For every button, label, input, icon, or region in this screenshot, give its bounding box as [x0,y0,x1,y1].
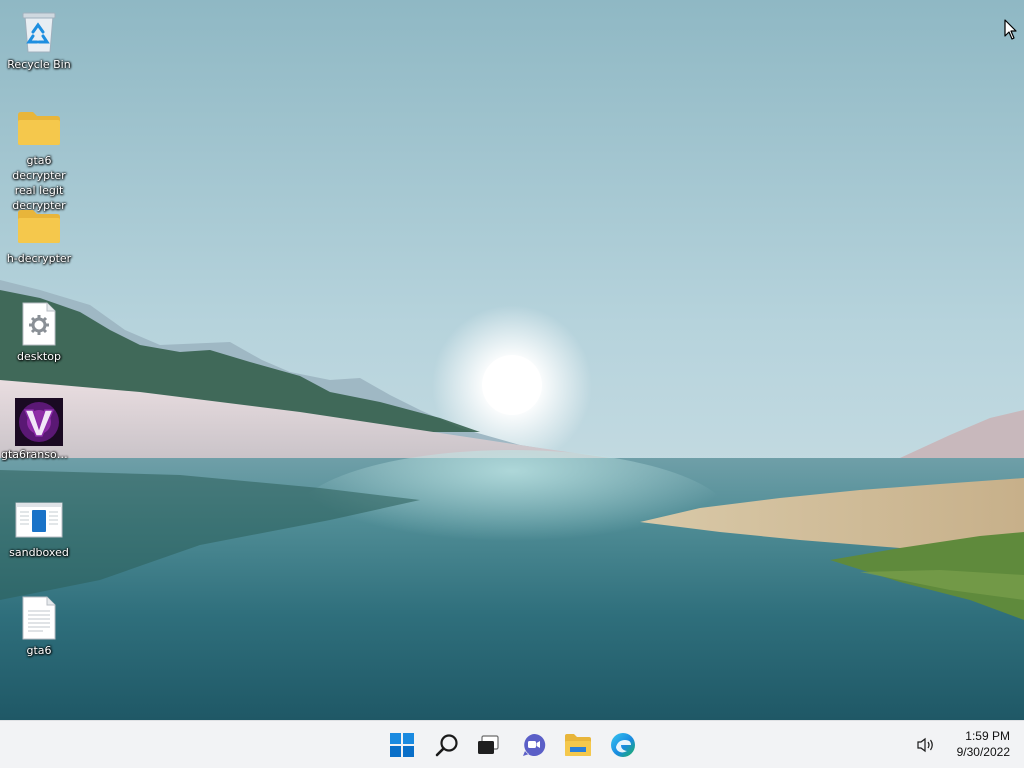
search-icon [435,734,458,757]
clock[interactable]: 1:59 PM 9/30/2022 [944,728,1010,760]
folder-h-decrypter-label: h-decrypter [6,252,72,265]
gta6ransom-shortcut[interactable]: gta6ransom... [0,398,78,462]
mouse-cursor-icon [1004,19,1017,40]
recycle-bin-icon [15,8,63,56]
sandboxed-label: sandboxed [9,546,69,559]
edge-button[interactable] [603,725,643,765]
recycle-bin-label: Recycle Bin [7,58,71,71]
gta6-text-label: gta6 [26,644,52,657]
desktop-file-shortcut[interactable]: desktop [0,300,78,364]
volume-button[interactable] [914,733,938,757]
folder-icon [565,734,591,756]
settings-file-icon [15,300,63,348]
recycle-bin-shortcut[interactable]: Recycle Bin [0,8,78,72]
start-button[interactable] [382,725,422,765]
edge-icon [611,733,635,757]
task-view-icon [478,735,499,754]
desktop[interactable]: Recycle Bin gta6 decrypter real legit de… [0,0,1024,720]
text-file-icon [15,594,63,642]
sandboxed-shortcut[interactable]: sandboxed [0,496,78,560]
wallpaper [0,0,1024,720]
gta6ransom-label: gta6ransom... [1,448,77,461]
folder-gta6-decrypter[interactable]: gta6 decrypter real legit decrypter [0,104,78,213]
folder-h-decrypter[interactable]: h-decrypter [0,202,78,266]
taskbar: 1:59 PM 9/30/2022 [0,720,1024,768]
gta6-text-shortcut[interactable]: gta6 [0,594,78,658]
speaker-icon [917,737,933,753]
app-v-icon [15,398,63,446]
search-button[interactable] [427,725,467,765]
folder-icon [15,202,63,250]
chat-button[interactable] [514,725,554,765]
windows-logo-icon [390,733,414,757]
window-app-icon [15,496,63,544]
clock-date: 9/30/2022 [956,745,1010,759]
desktop-file-label: desktop [17,350,61,363]
chat-icon [523,733,546,756]
clock-time: 1:59 PM [965,729,1010,743]
task-view-button[interactable] [468,725,508,765]
folder-icon [15,104,63,152]
file-explorer-button[interactable] [558,725,598,765]
